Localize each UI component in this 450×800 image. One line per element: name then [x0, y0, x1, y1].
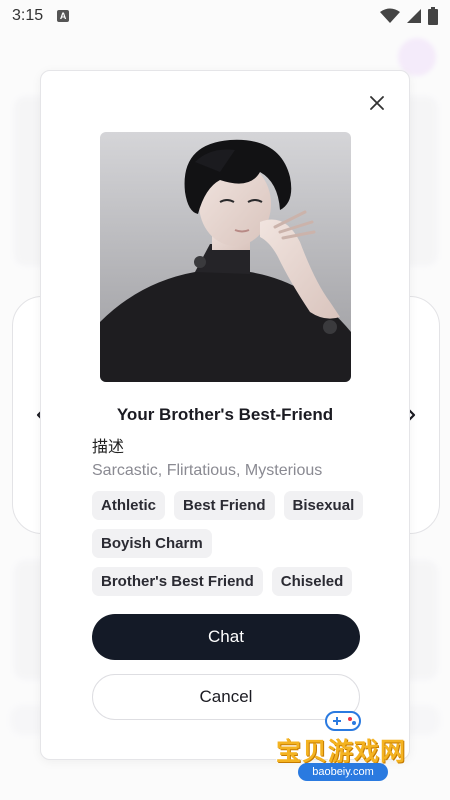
tag-list: Athletic Best Friend Bisexual Boyish Cha…	[92, 491, 372, 596]
close-button[interactable]	[365, 91, 389, 115]
chat-button[interactable]: Chat	[92, 614, 360, 660]
battery-icon	[428, 7, 438, 25]
notification-icon: A	[57, 10, 70, 22]
tag-chip: Chiseled	[271, 567, 353, 596]
watermark-logo: 宝贝游戏网 baobeiy.com	[272, 706, 422, 790]
character-traits: Sarcastic, Flirtatious, Mysterious	[92, 462, 323, 479]
character-name: Your Brother's Best-Friend	[116, 405, 334, 424]
tag-chip: Athletic	[92, 491, 166, 520]
status-icons	[380, 7, 438, 25]
wifi-icon	[380, 8, 400, 23]
close-icon	[370, 96, 384, 110]
status-time: 3:15	[12, 7, 44, 24]
description-label: 描述	[92, 437, 125, 456]
signal-icon	[407, 9, 421, 23]
tag-chip: Boyish Charm	[92, 529, 212, 558]
character-modal: Your Brother's Best-Friend 描述 Sarcastic,…	[40, 70, 410, 760]
character-portrait	[100, 132, 351, 382]
tag-chip: Brother's Best Friend	[92, 567, 263, 596]
watermark-url: baobeiy.com	[298, 763, 388, 781]
tag-chip: Best Friend	[174, 491, 275, 520]
status-bar: 3:15 A	[0, 0, 450, 32]
tag-chip: Bisexual	[283, 491, 364, 520]
